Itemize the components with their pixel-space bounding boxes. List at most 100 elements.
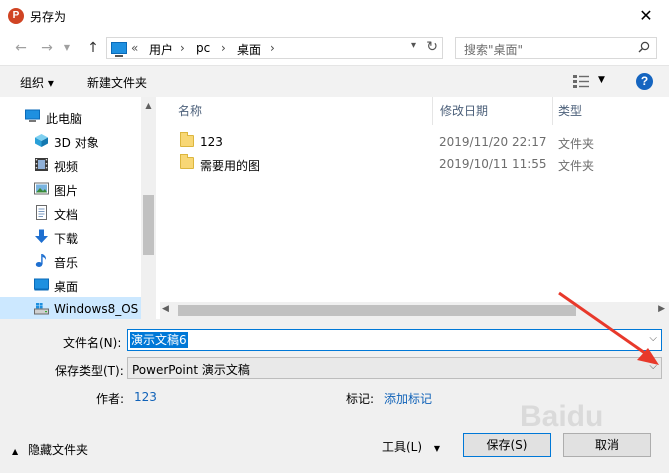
breadcrumb-separator-icon[interactable]: › [180, 41, 185, 55]
refresh-icon[interactable]: ↻ [426, 39, 438, 55]
cancel-button[interactable]: 取消 [563, 433, 651, 457]
window-title: 另存为 [30, 10, 67, 24]
download-icon [35, 229, 48, 243]
sidebar-item-label: 下载 [54, 232, 79, 246]
file-list: 名称 修改日期 类型 123 2019/11/20 22:17 文件夹 需要用的… [160, 97, 669, 319]
tools-button[interactable]: 工具(L) ▼ [382, 438, 440, 455]
scroll-up-icon[interactable]: ▲ [141, 101, 156, 110]
recent-locations-button[interactable]: ▼ [62, 39, 72, 57]
sidebar-item-label: 音乐 [54, 256, 79, 270]
close-button[interactable]: ✕ [623, 0, 669, 31]
tags-label: 标记: [346, 392, 375, 406]
breadcrumb-users[interactable]: 用户 [149, 41, 173, 58]
video-icon [35, 158, 48, 171]
search-placeholder: 搜索"桌面" [464, 43, 524, 57]
author-value[interactable]: 123 [134, 390, 157, 404]
scrollbar-thumb[interactable] [178, 305, 576, 316]
view-dropdown-icon[interactable]: ▼ [598, 75, 605, 85]
music-icon [35, 254, 47, 267]
help-icon[interactable]: ? [636, 73, 653, 90]
address-dropdown-icon[interactable]: ▾ [411, 40, 416, 51]
file-row[interactable]: 需要用的图 2019/10/11 11:55 文件夹 [160, 153, 669, 175]
search-input[interactable]: 搜索"桌面" [455, 37, 657, 59]
search-icon [638, 41, 650, 53]
scroll-right-icon[interactable]: ▶ [658, 304, 665, 314]
file-type: 文件夹 [558, 137, 595, 151]
file-name: 123 [200, 135, 223, 149]
filename-value: 演示文稿6 [130, 332, 188, 348]
save-button[interactable]: 保存(S) [463, 433, 551, 457]
close-icon: ✕ [639, 6, 653, 25]
computer-icon [111, 42, 127, 57]
file-name: 需要用的图 [200, 159, 261, 173]
filename-field[interactable]: 演示文稿6 ⌵ [127, 329, 662, 351]
file-date: 2019/11/20 22:17 [439, 135, 547, 149]
breadcrumb-separator-icon[interactable]: › [221, 41, 226, 55]
sidebar-item-label: Windows8_OS [54, 302, 139, 316]
up-button[interactable]: ↑ [84, 39, 102, 57]
cube-icon [35, 134, 48, 147]
filetype-label: 保存类型(T): [55, 364, 124, 378]
chevron-down-icon: ▼ [63, 43, 71, 52]
filename-label: 文件名(N): [63, 336, 122, 350]
sidebar-item-documents[interactable]: 文档 [0, 201, 141, 225]
folder-icon [180, 132, 194, 147]
organize-button[interactable]: 组织 ▾ [20, 74, 54, 91]
column-header-type[interactable]: 类型 [548, 97, 582, 125]
file-date: 2019/10/11 11:55 [439, 157, 547, 171]
command-toolbar: 组织 ▾ 新建文件夹 ▼ ? [0, 65, 669, 97]
picture-icon [34, 182, 49, 195]
view-options-icon[interactable] [573, 75, 589, 88]
arrow-right-icon: → [41, 40, 53, 56]
back-button[interactable]: ← [12, 39, 30, 57]
sidebar-item-pictures[interactable]: 图片 [0, 177, 141, 201]
hide-folders-button[interactable]: ▲ 隐藏文件夹 [12, 441, 88, 458]
horizontal-scrollbar[interactable]: ◀ ▶ [160, 302, 669, 319]
drive-icon [34, 303, 49, 315]
arrow-left-icon: ← [15, 40, 27, 56]
breadcrumb-overflow[interactable]: « [131, 41, 138, 55]
file-row[interactable]: 123 2019/11/20 22:17 文件夹 [160, 131, 669, 153]
sidebar-item-label: 文档 [54, 208, 79, 222]
filetype-value: PowerPoint 演示文稿 [132, 363, 250, 377]
sidebar-item-windows8-os[interactable]: Windows8_OS [0, 297, 141, 321]
sidebar-item-this-pc[interactable]: 此电脑 [0, 105, 141, 129]
chevron-down-icon[interactable]: ⌵ [649, 361, 657, 372]
breadcrumb-separator-icon[interactable]: › [270, 41, 275, 55]
sidebar-item-downloads[interactable]: 下载 [0, 225, 141, 249]
add-tags-link[interactable]: 添加标记 [384, 390, 432, 407]
sidebar-item-music[interactable]: 音乐 [0, 249, 141, 273]
hide-folders-label: 隐藏文件夹 [27, 443, 88, 457]
folder-icon [180, 154, 194, 169]
sidebar-item-videos[interactable]: 视频 [0, 153, 141, 177]
title-bar: P 另存为 ✕ [0, 0, 669, 31]
powerpoint-icon: P [8, 8, 24, 24]
sidebar-item-desktop[interactable]: 桌面 [0, 273, 141, 297]
chevron-up-icon: ▲ [12, 447, 19, 456]
navigation-bar: ← → ▼ ↑ « 用户 › pc › 桌面 › ▾ ↻ 搜索"桌面" [0, 31, 669, 65]
tools-label: 工具(L) [382, 440, 423, 454]
new-folder-button[interactable]: 新建文件夹 [87, 74, 147, 91]
column-header-name[interactable]: 名称 [168, 97, 202, 125]
file-type: 文件夹 [558, 159, 595, 173]
save-options: 文件名(N): 演示文稿6 ⌵ 保存类型(T): PowerPoint 演示文稿… [0, 319, 669, 473]
forward-button[interactable]: → [38, 39, 56, 57]
navigation-pane: 此电脑 3D 对象 视频 图片 文档 下载 音乐 桌面 Windows8_OS … [0, 97, 156, 321]
breadcrumb-desktop[interactable]: 桌面 [237, 41, 261, 58]
computer-icon [25, 109, 40, 122]
sidebar-item-3d-objects[interactable]: 3D 对象 [0, 129, 141, 153]
scroll-left-icon[interactable]: ◀ [162, 304, 169, 314]
filetype-select[interactable]: PowerPoint 演示文稿 ⌵ [127, 357, 662, 379]
sidebar-item-label: 视频 [54, 160, 79, 174]
navigation-scrollbar[interactable]: ▲ [141, 97, 156, 319]
scrollbar-thumb[interactable] [143, 195, 154, 255]
column-header-date[interactable]: 修改日期 [430, 97, 488, 125]
arrow-up-icon: ↑ [87, 40, 99, 56]
chevron-down-icon[interactable]: ⌵ [649, 333, 657, 344]
sidebar-item-label: 桌面 [54, 280, 79, 294]
sidebar-item-label: 3D 对象 [54, 136, 99, 150]
desktop-icon [34, 278, 49, 291]
author-label: 作者: [96, 392, 125, 406]
breadcrumb-pc[interactable]: pc [196, 41, 210, 55]
address-bar[interactable]: « 用户 › pc › 桌面 › ▾ ↻ [106, 37, 443, 59]
